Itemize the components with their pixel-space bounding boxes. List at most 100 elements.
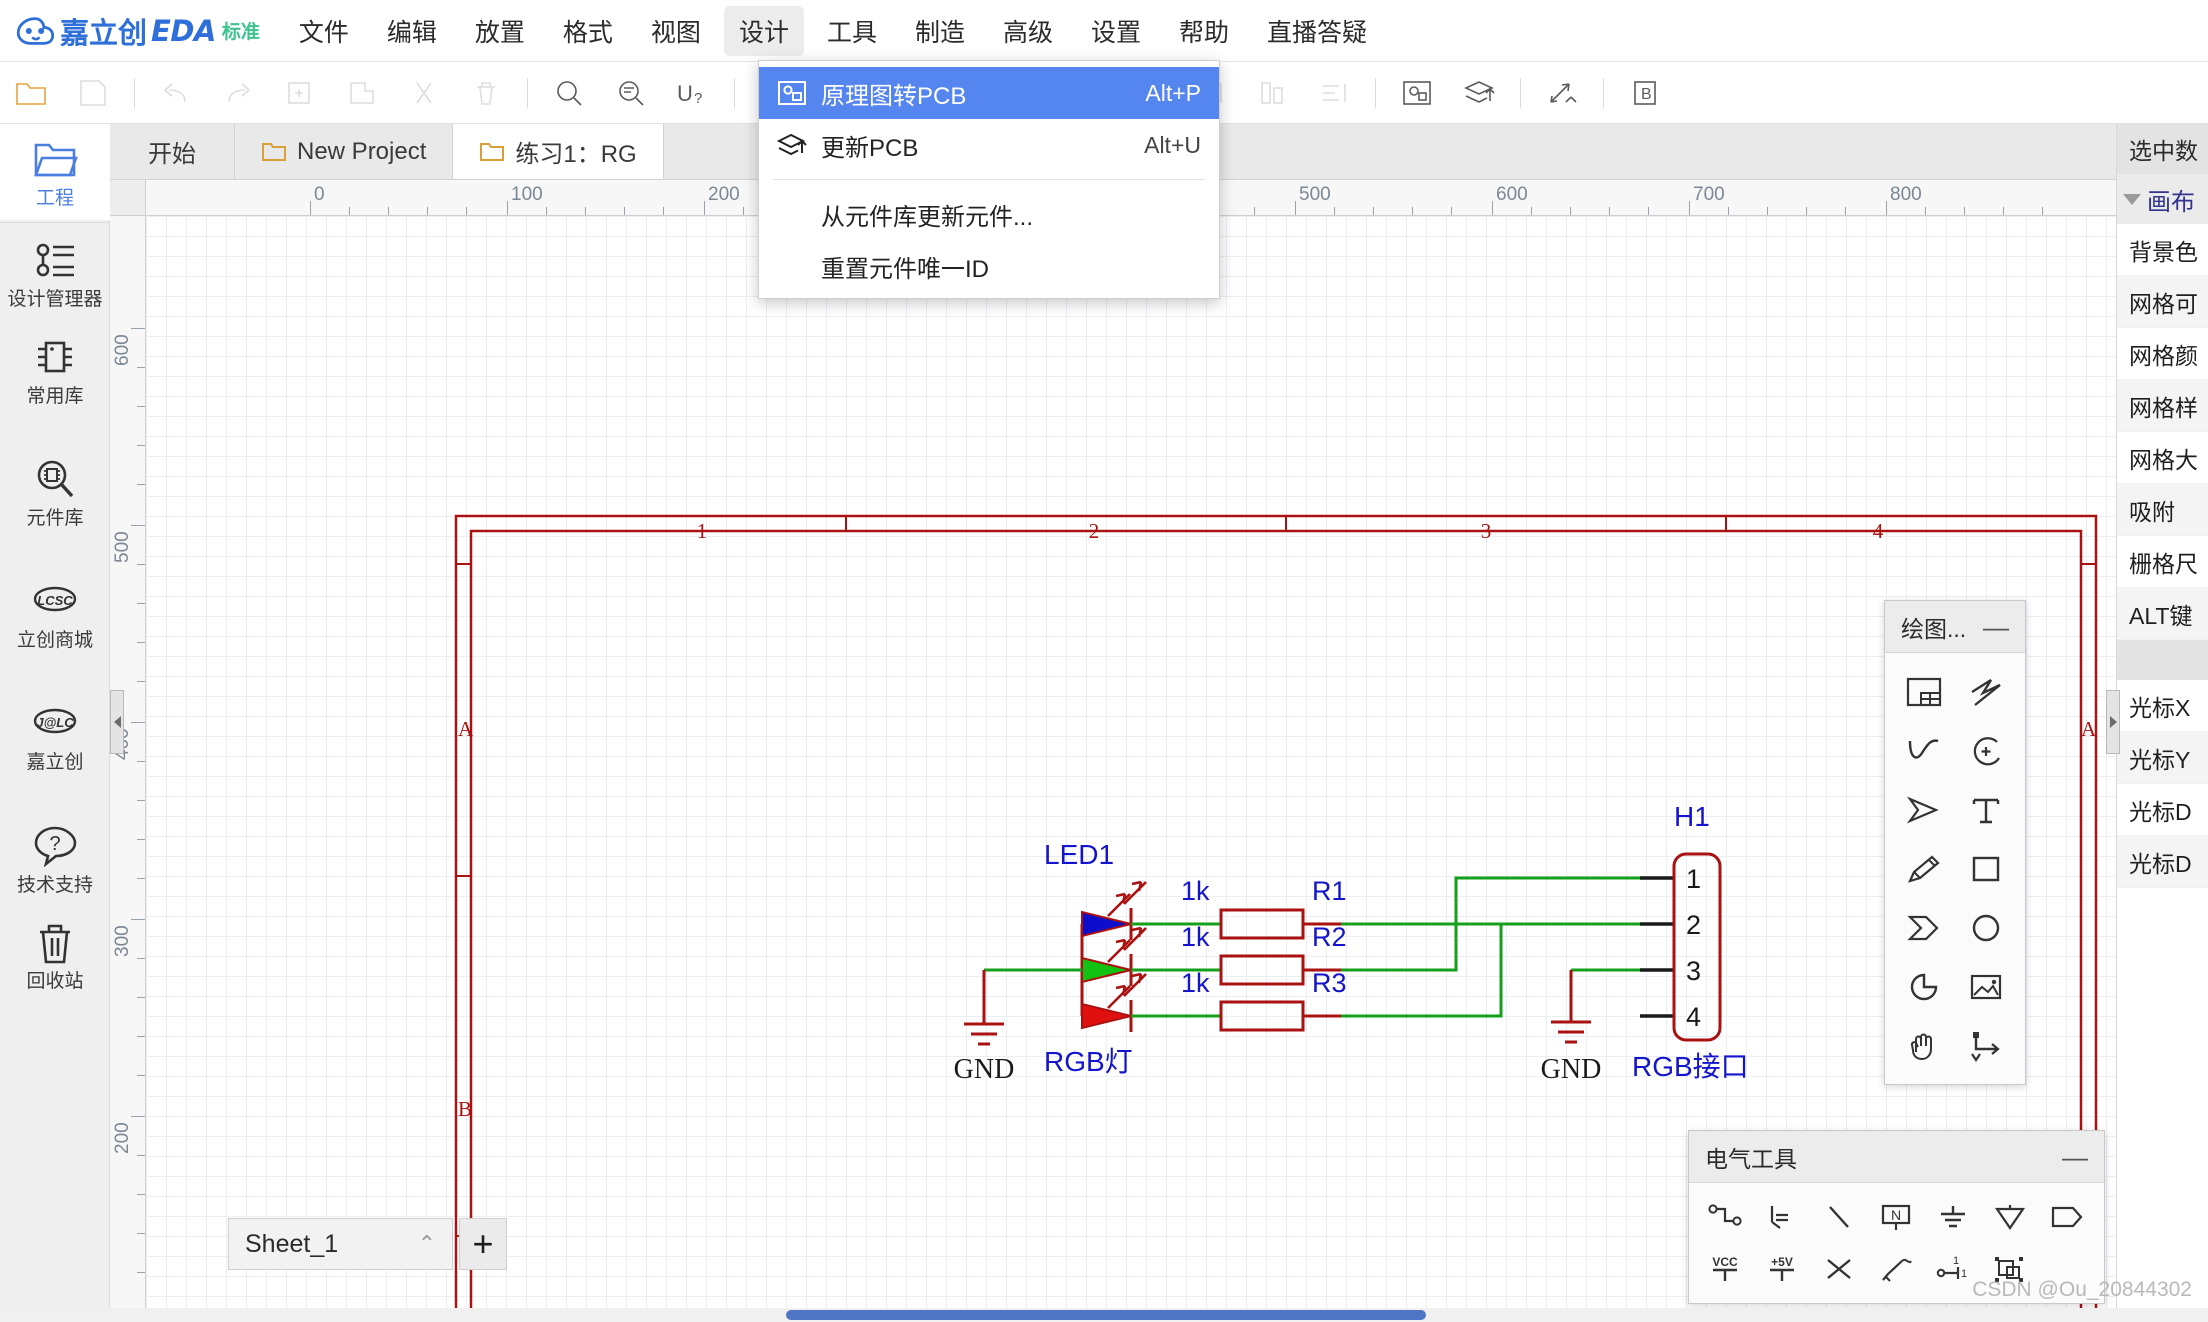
property-row[interactable]: 光标Y (2117, 732, 2208, 784)
schematic-to-pcb-toolbar-icon[interactable] (1391, 70, 1443, 116)
arrow-tool-icon[interactable] (1893, 781, 1955, 838)
power-flag-tool-icon[interactable] (1982, 1193, 2037, 1241)
chevron-up-icon: ⌃ (418, 1231, 436, 1257)
sidebar-item-0[interactable]: 工程 (0, 124, 110, 220)
scrollbar-thumb[interactable] (786, 1310, 1426, 1320)
sidebar-item-4[interactable]: LCSC立创商城 (0, 566, 110, 662)
property-row[interactable]: 吸附 (2117, 484, 2208, 536)
pencil-tool-icon[interactable] (1893, 840, 1955, 897)
wire-tool-icon[interactable] (1697, 1193, 1752, 1241)
bus-tool-icon[interactable] (1754, 1193, 1809, 1241)
add-sheet-button[interactable]: + (459, 1218, 507, 1270)
menu-item-10[interactable]: 帮助 (1164, 6, 1244, 56)
save-icon[interactable] (67, 70, 119, 116)
sidebar-item-6[interactable]: ?技术支持 (0, 811, 110, 907)
menu-item-0[interactable]: 文件 (284, 6, 364, 56)
menu-item-9[interactable]: 设置 (1076, 6, 1156, 56)
circle-tool-icon[interactable] (1955, 899, 2017, 956)
property-row[interactable]: ALT键 (2117, 588, 2208, 640)
delete-icon[interactable] (460, 70, 512, 116)
property-row[interactable]: 光标D (2117, 836, 2208, 888)
cut-icon[interactable] (398, 70, 450, 116)
menu-option-4[interactable]: 重置元件唯一ID (759, 240, 1219, 292)
properties-group-canvas[interactable]: 画布 (2117, 174, 2208, 224)
net-label-icon[interactable]: U? (667, 70, 719, 116)
plus5v-tool-icon[interactable]: +5V (1754, 1245, 1809, 1293)
menu-item-6[interactable]: 工具 (812, 6, 892, 56)
chevron-shape-tool-icon[interactable] (1893, 899, 1955, 956)
paste-icon[interactable] (336, 70, 388, 116)
project-tab-2[interactable]: 练习1：RG (453, 124, 663, 179)
no-connect-tool-icon[interactable] (1811, 1245, 1866, 1293)
sheet-tab-bar: Sheet_1 ⌃ + (228, 1218, 507, 1270)
update-pcb-toolbar-icon[interactable] (1453, 70, 1505, 116)
distribute-v-icon[interactable] (1246, 70, 1298, 116)
menu-item-4[interactable]: 视图 (636, 6, 716, 56)
menu-option-0[interactable]: 原理图转PCBAlt+P (759, 67, 1219, 119)
bezier-tool-icon[interactable] (1893, 722, 1955, 779)
menu-option-3[interactable]: 从元件库更新元件... (759, 188, 1219, 240)
minimize-icon[interactable]: — (1983, 614, 2009, 640)
menu-option-1[interactable]: 更新PCBAlt+U (759, 119, 1219, 171)
spacing-icon[interactable] (1308, 70, 1360, 116)
property-row[interactable]: 栅格尺 (2117, 536, 2208, 588)
drawing-tools-title: 绘图... (1901, 610, 1966, 644)
sheet-selector[interactable]: Sheet_1 ⌃ (228, 1218, 453, 1270)
menu-option-label: 从元件库更新元件... (821, 197, 1201, 232)
sidebar-item-7[interactable]: 回收站 (0, 907, 110, 1003)
hand-tool-icon[interactable] (1893, 1017, 1955, 1074)
gnd-tool-icon[interactable] (1925, 1193, 1980, 1241)
menu-item-5[interactable]: 设计 (724, 6, 804, 56)
menu-option-shortcut: Alt+U (1144, 132, 1201, 159)
drawing-tools-header[interactable]: 绘图... — (1885, 601, 2025, 653)
vcc-tool-icon[interactable]: VCC (1697, 1245, 1752, 1293)
property-row[interactable]: 网格样 (2117, 380, 2208, 432)
frame-tool-icon[interactable] (1893, 663, 1955, 720)
project-tab-0[interactable]: 开始 (110, 124, 235, 179)
arc-tool-icon[interactable] (1955, 722, 2017, 779)
property-row[interactable]: 网格大 (2117, 432, 2208, 484)
right-panel-splitter[interactable] (2106, 690, 2120, 754)
svg-text:1k: 1k (1181, 968, 1210, 998)
pie-tool-icon[interactable] (1893, 958, 1955, 1015)
electrical-tools-header[interactable]: 电气工具 — (1689, 1131, 2104, 1183)
netport-tool-icon[interactable] (2039, 1193, 2094, 1241)
text-tool-icon[interactable] (1955, 781, 2017, 838)
polyline-tool-icon[interactable] (1955, 663, 2017, 720)
logo-brand-cn: 嘉立创 (60, 10, 147, 52)
property-row[interactable]: 光标D (2117, 784, 2208, 836)
project-tab-1[interactable]: New Project (235, 124, 453, 179)
sidebar-item-3[interactable]: 元件库 (0, 444, 110, 540)
menu-item-1[interactable]: 编辑 (372, 6, 452, 56)
left-panel-splitter[interactable] (110, 690, 124, 754)
sidebar-item-1[interactable]: 设计管理器 (0, 225, 110, 321)
redo-icon[interactable] (212, 70, 264, 116)
copy-icon[interactable] (274, 70, 326, 116)
sidebar-item-5[interactable]: J@LC嘉立创 (0, 688, 110, 784)
open-project-icon[interactable] (5, 70, 57, 116)
svg-text:H1: H1 (1674, 801, 1710, 832)
bom-icon[interactable]: B (1619, 70, 1671, 116)
image-tool-icon[interactable] (1955, 958, 2017, 1015)
dimension-tool-icon[interactable] (1955, 1017, 2017, 1074)
menu-item-2[interactable]: 放置 (460, 6, 540, 56)
minimize-icon[interactable]: — (2062, 1144, 2088, 1170)
property-row[interactable]: 网格颜 (2117, 328, 2208, 380)
rectangle-tool-icon[interactable] (1955, 840, 2017, 897)
undo-icon[interactable] (150, 70, 202, 116)
menu-item-11[interactable]: 直播答疑 (1252, 6, 1382, 56)
menu-item-3[interactable]: 格式 (548, 6, 628, 56)
cross-probe-icon[interactable] (1536, 70, 1588, 116)
horizontal-scrollbar[interactable] (0, 1308, 2208, 1322)
find-similar-icon[interactable] (605, 70, 657, 116)
property-row[interactable]: 光标X (2117, 680, 2208, 732)
search-icon[interactable] (543, 70, 595, 116)
property-row[interactable]: 背景色 (2117, 224, 2208, 276)
sidebar-item-2[interactable]: 常用库 (0, 322, 110, 418)
bus-entry-tool-icon[interactable] (1811, 1193, 1866, 1241)
property-row[interactable]: 网格可 (2117, 276, 2208, 328)
netlabel-tool-icon[interactable]: N (1868, 1193, 1923, 1241)
menu-item-7[interactable]: 制造 (900, 6, 980, 56)
probe-tool-icon[interactable] (1868, 1245, 1923, 1293)
menu-item-8[interactable]: 高级 (988, 6, 1068, 56)
